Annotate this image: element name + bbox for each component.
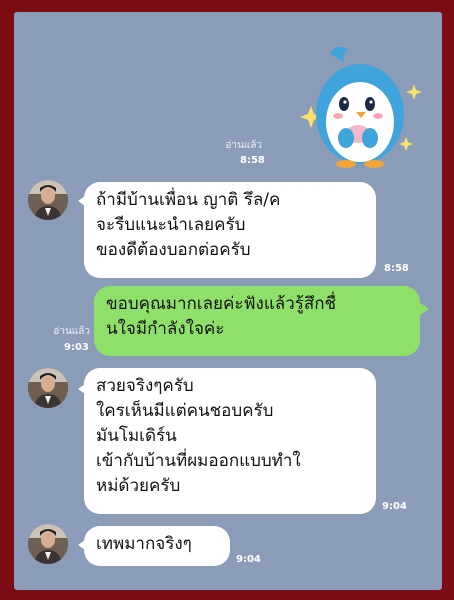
user-avatar bbox=[28, 368, 68, 408]
avatar[interactable] bbox=[28, 180, 68, 220]
incoming-message[interactable]: เทพมากจริงๆ bbox=[84, 526, 230, 566]
user-avatar bbox=[28, 180, 68, 220]
message-time: 9:03 bbox=[64, 342, 89, 353]
avatar[interactable] bbox=[28, 524, 68, 564]
message-time: 9:04 bbox=[236, 554, 261, 565]
message-time: 8:58 bbox=[240, 155, 265, 166]
incoming-message[interactable]: ถ้ามีบ้านเพื่อน ญาติ รึล/ค จะรีบแนะนำเลย… bbox=[84, 182, 376, 278]
read-receipt: อ่านแล้ว bbox=[53, 326, 90, 337]
read-receipt: อ่านแล้ว bbox=[225, 140, 262, 151]
incoming-message[interactable]: สวยจริงๆครับ ใครเห็นมีแต่คนชอบครับ มันโม… bbox=[84, 368, 376, 514]
message-time: 9:04 bbox=[382, 501, 407, 512]
avatar[interactable] bbox=[28, 368, 68, 408]
outgoing-message[interactable]: ขอบคุณมากเลยค่ะฟังแล้วรู้สึกชื่ นใจมีกำล… bbox=[94, 286, 420, 356]
chat-window: อ่านแล้ว 8:58 ถ้ามีบ้านเพื่อน ญาติ รึล/ค… bbox=[14, 12, 442, 590]
penguin-sticker-icon[interactable] bbox=[300, 42, 428, 172]
user-avatar bbox=[28, 524, 68, 564]
bubble-tail bbox=[419, 302, 429, 316]
message-time: 8:58 bbox=[384, 263, 409, 274]
